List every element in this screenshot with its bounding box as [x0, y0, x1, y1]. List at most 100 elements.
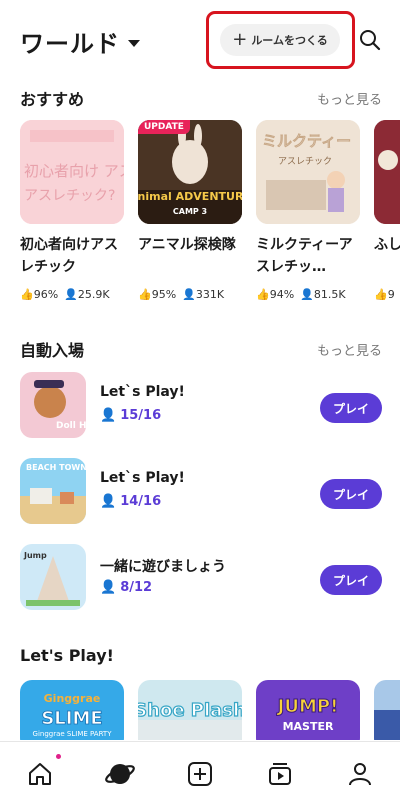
world-dropdown[interactable]: ワールド: [20, 24, 140, 59]
likes-value: 9: [387, 288, 395, 300]
card-thumbnail: Animal ADVENTURE CAMP 3 UPDATE: [138, 120, 242, 224]
svg-text:初心者向け アスレチック?: 初心者向け アスレチック?: [24, 162, 124, 180]
more-link[interactable]: もっと見る: [317, 89, 382, 108]
world-art: JUMP! MASTER: [256, 680, 360, 740]
players-value: 25.9K: [77, 288, 110, 300]
card-title: アニマル探検隊: [138, 237, 236, 253]
card-stats: 👍94% 👤81.5K: [256, 288, 360, 300]
thumbs-up-icon: 👍: [20, 288, 34, 300]
world-thumbnail[interactable]: Shoe Plash: [138, 680, 242, 740]
room-row[interactable]: Jump 一緒に遊びましょう 👤 8/12 プレイ: [20, 544, 382, 610]
svg-text:Ginggrae SLIME PARTY: Ginggrae SLIME PARTY: [33, 730, 113, 738]
user-icon: 👤: [300, 288, 314, 300]
room-title: 一緒に遊びましょう: [100, 559, 226, 575]
world-card[interactable]: ふしアリ 👍9: [374, 120, 400, 300]
more-link[interactable]: もっと見る: [317, 340, 382, 359]
world-thumbnail[interactable]: [374, 680, 400, 740]
header: ワールド + ルームをつくる: [0, 0, 400, 80]
world-art: [374, 680, 400, 740]
page-title: ワールド: [20, 30, 120, 58]
create-icon: [188, 762, 212, 786]
thumbs-up-icon: 👍: [138, 288, 152, 300]
players-value: 81.5K: [313, 288, 346, 300]
profile-icon: [349, 763, 371, 786]
room-art: BEACH TOWN: [20, 458, 86, 524]
tab-profile[interactable]: [340, 754, 380, 794]
world-card[interactable]: 初心者向け アスレチック? アスレチック? 初心者向けアスレチック 👍96% 👤…: [20, 120, 124, 300]
home-icon: [29, 763, 51, 785]
room-thumbnail: Doll House: [20, 372, 86, 438]
svg-text:Animal ADVENTURE: Animal ADVENTURE: [138, 190, 242, 203]
likes-value: 96%: [33, 288, 59, 300]
play-button[interactable]: プレイ: [320, 479, 382, 509]
world-thumbnail[interactable]: JUMP! MASTER: [256, 680, 360, 740]
update-badge: UPDATE: [138, 120, 190, 134]
tab-home[interactable]: [20, 754, 61, 794]
user-icon: 👤: [182, 288, 196, 300]
user-icon: 👤: [100, 408, 117, 423]
user-icon: 👤: [64, 288, 78, 300]
world-thumbnail[interactable]: Ginggrae SLIME Ginggrae SLIME PARTY: [20, 680, 124, 740]
card-art: ミルクティー アスレチック: [256, 120, 360, 224]
world-icon: [105, 764, 135, 784]
search-icon[interactable]: [358, 28, 382, 52]
room-art: Doll House: [20, 372, 86, 438]
card-thumbnail: [374, 120, 400, 224]
svg-text:ミルクティー: ミルクティー: [262, 132, 351, 150]
svg-text:SLIME: SLIME: [41, 708, 102, 729]
world-art: Ginggrae SLIME Ginggrae SLIME PARTY: [20, 680, 124, 740]
room-count-value: 8/12: [120, 580, 153, 595]
room-row[interactable]: BEACH TOWN Let`s Play! 👤 14/16 プレイ: [20, 458, 382, 524]
svg-text:Shoe Plash: Shoe Plash: [138, 700, 242, 721]
create-room-label: ルームをつくる: [251, 34, 328, 47]
room-title: Let`s Play!: [100, 470, 185, 486]
play-button[interactable]: プレイ: [320, 565, 382, 595]
caret-down-icon: [128, 40, 140, 47]
room-art: Jump: [20, 544, 86, 610]
section-title: Let's Play!: [20, 646, 114, 665]
card-stats: 👍95% 👤331K: [138, 288, 242, 300]
recommended-cards: 初心者向け アスレチック? アスレチック? 初心者向けアスレチック 👍96% 👤…: [20, 120, 400, 300]
thumbs-up-icon: 👍: [256, 288, 270, 300]
world-card[interactable]: ミルクティー アスレチック ミルクティーアスレチッ… 👍94% 👤81.5K: [256, 120, 360, 300]
svg-text:Ginggrae: Ginggrae: [44, 692, 101, 705]
card-title: 初心者向けアスレチック: [20, 237, 118, 275]
tab-video[interactable]: [260, 754, 300, 794]
svg-text:Jump: Jump: [23, 551, 47, 560]
room-count: 👤 14/16: [100, 494, 161, 509]
lets-play-header: Let's Play!: [20, 646, 382, 665]
room-count-value: 15/16: [120, 408, 162, 423]
notification-dot: [56, 754, 61, 759]
user-icon: 👤: [100, 580, 117, 595]
svg-text:アスレチック?: アスレチック?: [24, 188, 115, 204]
play-button[interactable]: プレイ: [320, 393, 382, 423]
auto-join-header: 自動入場 もっと見る: [20, 337, 382, 361]
card-art: Animal ADVENTURE CAMP 3: [138, 120, 242, 224]
svg-text:JUMP!: JUMP!: [276, 696, 339, 717]
tab-world[interactable]: [100, 754, 140, 794]
svg-text:BEACH TOWN: BEACH TOWN: [26, 463, 86, 472]
likes-value: 94%: [269, 288, 295, 300]
world-card[interactable]: Animal ADVENTURE CAMP 3 UPDATE アニマル探検隊 👍…: [138, 120, 242, 300]
card-title: ミルクティーアスレチッ…: [256, 237, 353, 275]
card-stats: 👍9: [374, 288, 400, 300]
lets-play-row: Ginggrae SLIME Ginggrae SLIME PARTY Shoe…: [20, 680, 400, 740]
room-thumbnail: BEACH TOWN: [20, 458, 86, 524]
plus-icon: +: [232, 29, 248, 50]
create-room-button[interactable]: + ルームをつくる: [220, 24, 340, 56]
room-count-value: 14/16: [120, 494, 162, 509]
players-value: 331K: [195, 288, 225, 300]
svg-text:CAMP 3: CAMP 3: [173, 207, 207, 216]
tab-create[interactable]: [180, 754, 220, 794]
card-art: [374, 120, 400, 224]
room-thumbnail: Jump: [20, 544, 86, 610]
svg-text:MASTER: MASTER: [283, 720, 334, 733]
room-row[interactable]: Doll House Let`s Play! 👤 15/16 プレイ: [20, 372, 382, 438]
card-thumbnail: ミルクティー アスレチック: [256, 120, 360, 224]
room-title: Let`s Play!: [100, 384, 185, 400]
card-thumbnail: 初心者向け アスレチック? アスレチック?: [20, 120, 124, 224]
recommended-header: おすすめ もっと見る: [20, 86, 382, 110]
likes-value: 95%: [151, 288, 177, 300]
svg-text:Doll House: Doll House: [56, 421, 86, 431]
card-art: 初心者向け アスレチック? アスレチック?: [20, 120, 124, 224]
